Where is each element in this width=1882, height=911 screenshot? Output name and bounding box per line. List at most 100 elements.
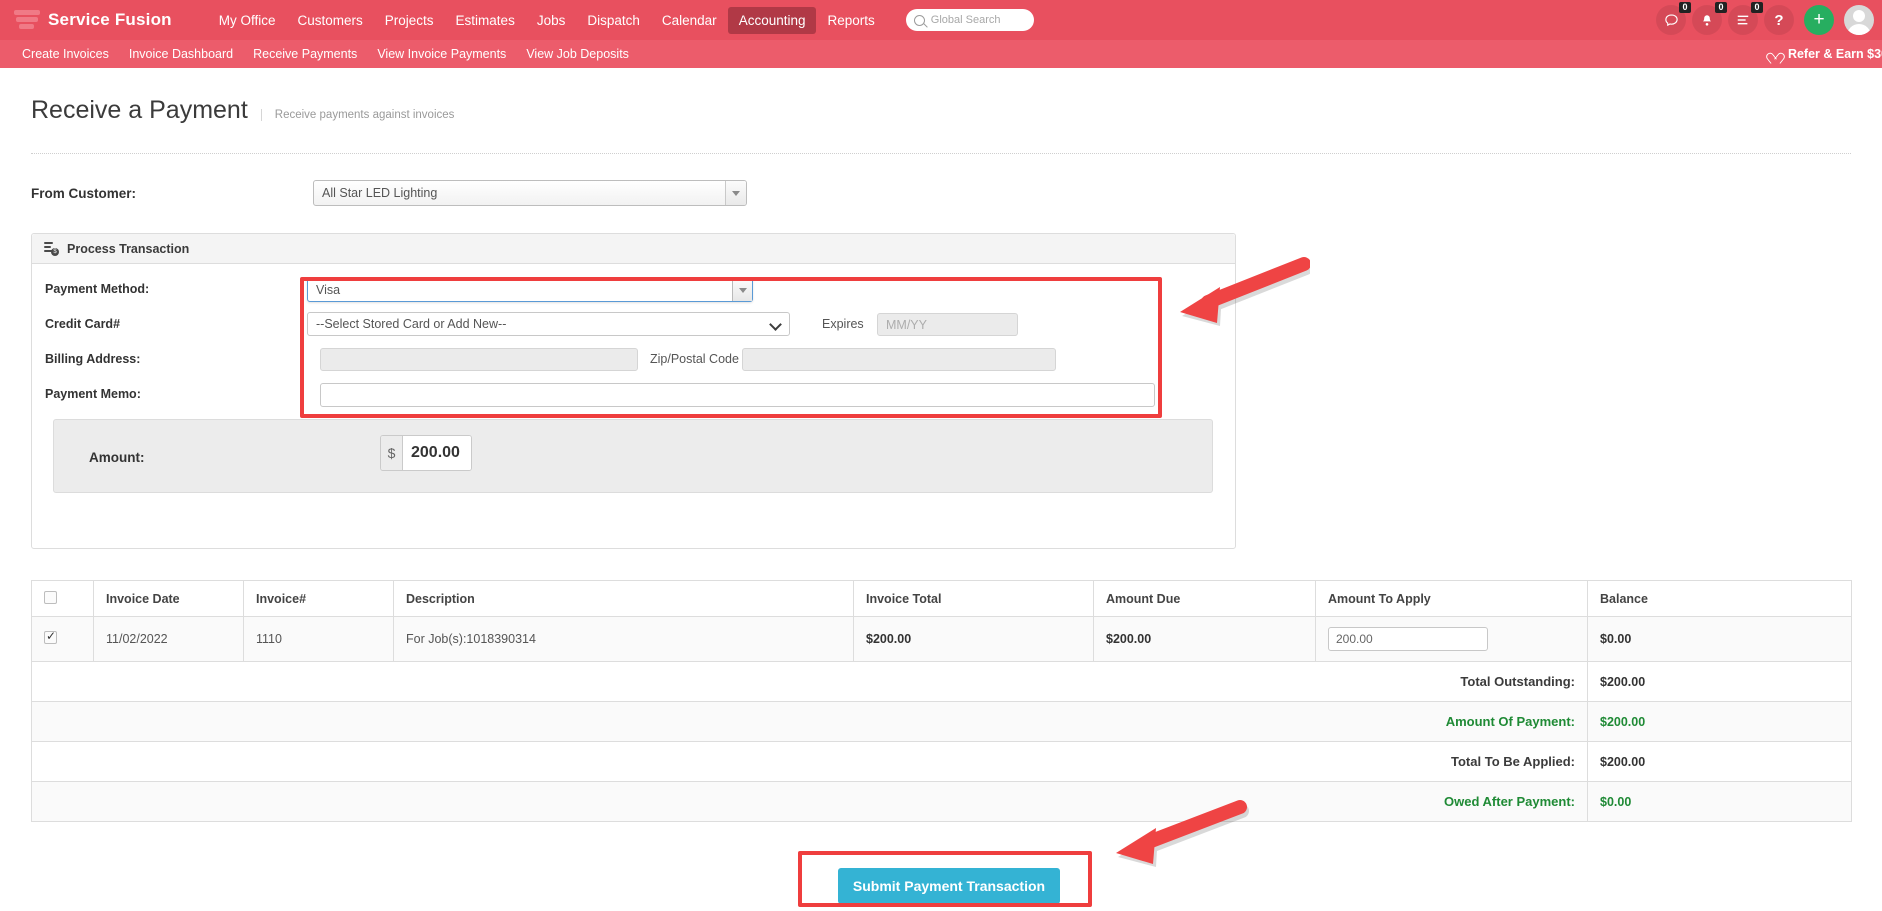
payment-method-value: Visa [316, 283, 341, 297]
nav-item-jobs[interactable]: Jobs [526, 7, 577, 34]
money-stack-icon: $ [44, 241, 59, 256]
submit-payment-transaction-button[interactable]: Submit Payment Transaction [838, 868, 1060, 904]
credit-card-value: --Select Stored Card or Add New-- [316, 317, 507, 331]
payment-method-label: Payment Method: [45, 282, 150, 296]
amount-section: Amount: $ 200.00 [53, 419, 1213, 493]
expires-label: Expires [822, 317, 864, 331]
help-glyph: ? [1774, 11, 1784, 29]
select-all-checkbox[interactable] [44, 590, 57, 604]
brand-name: Service Fusion [48, 10, 172, 29]
cell-description: For Job(s):1018390314 [393, 616, 854, 662]
refer-and-earn-link[interactable]: Refer & Earn $30 [1769, 40, 1882, 68]
payment-memo-input[interactable] [320, 383, 1155, 407]
credit-card-select[interactable]: --Select Stored Card or Add New-- [307, 312, 790, 336]
row-checkbox[interactable] [44, 629, 57, 644]
page-title: Receive a Payment [31, 96, 248, 124]
bell-badge: 0 [1715, 2, 1727, 13]
amount-input[interactable]: $ 200.00 [380, 435, 472, 471]
subnav-item-view-job-deposits[interactable]: View Job Deposits [526, 47, 629, 61]
billing-address-input[interactable] [320, 348, 638, 371]
amount-label: Amount: [89, 450, 145, 465]
summary-row-total-outstanding: Total Outstanding: $200.00 [31, 661, 1852, 702]
chat-icon[interactable]: 0 [1656, 2, 1691, 35]
customer-select[interactable]: All Star LED Lighting [313, 180, 747, 206]
summary-row-amount-of-payment: Amount Of Payment: $200.00 [31, 701, 1852, 742]
process-transaction-title: Process Transaction [67, 241, 190, 256]
from-customer-label: From Customer: [31, 186, 137, 201]
total-to-be-applied-value: $200.00 [1587, 741, 1852, 782]
row-select-cell [31, 616, 94, 662]
summary-row-total-to-be-applied: Total To Be Applied: $200.00 [31, 741, 1852, 782]
cell-invoice-number: 1110 [243, 616, 394, 662]
total-to-be-applied-label: Total To Be Applied: [31, 741, 1588, 782]
nav-item-estimates[interactable]: Estimates [445, 7, 526, 34]
total-outstanding-label: Total Outstanding: [31, 661, 1588, 702]
tasks-icon[interactable]: 0 [1728, 2, 1763, 35]
nav-item-projects[interactable]: Projects [374, 7, 445, 34]
sub-navigation-bar: Create Invoices Invoice Dashboard Receiv… [0, 40, 1882, 68]
page-subtitle: Receive payments against invoices [260, 109, 454, 121]
column-invoice-date: Invoice Date [93, 580, 244, 617]
cell-invoice-date: 11/02/2022 [93, 616, 244, 662]
cell-amount-due: $200.00 [1093, 616, 1316, 662]
nav-item-dispatch[interactable]: Dispatch [576, 7, 651, 34]
chevron-down-icon[interactable] [769, 318, 782, 331]
expires-input[interactable]: MM/YY [877, 313, 1018, 336]
help-icon[interactable]: ? [1764, 5, 1794, 35]
cell-amount-to-apply: 200.00 [1315, 616, 1588, 662]
expires-placeholder: MM/YY [886, 317, 927, 332]
column-invoice-total: Invoice Total [853, 580, 1094, 617]
column-amount-to-apply: Amount To Apply [1315, 580, 1588, 617]
nav-right-actions: 0 0 0 ? + [1650, 0, 1874, 40]
column-balance: Balance [1587, 580, 1852, 617]
chevron-down-icon[interactable] [732, 279, 752, 301]
cell-invoice-total: $200.00 [853, 616, 1094, 662]
header-divider [31, 153, 1851, 154]
customer-select-value: All Star LED Lighting [322, 186, 438, 200]
search-icon [913, 14, 925, 26]
subnav-item-receive-payments[interactable]: Receive Payments [253, 47, 357, 61]
add-new-button[interactable]: + [1804, 5, 1834, 35]
zip-label: Zip/Postal Code [650, 352, 739, 366]
subnav-item-invoice-dashboard[interactable]: Invoice Dashboard [129, 47, 233, 61]
credit-card-label: Credit Card# [45, 317, 121, 331]
summary-row-owed-after-payment: Owed After Payment: $0.00 [31, 781, 1852, 822]
service-fusion-logo-icon [14, 8, 40, 32]
page-header: Receive a Payment Receive payments again… [31, 96, 454, 125]
heart-icon [1769, 49, 1781, 60]
currency-symbol: $ [381, 436, 403, 470]
chat-badge: 0 [1679, 2, 1691, 13]
zip-input[interactable] [742, 348, 1056, 371]
amount-of-payment-value: $200.00 [1587, 701, 1852, 742]
payment-memo-label: Payment Memo: [45, 387, 141, 401]
nav-item-customers[interactable]: Customers [287, 7, 374, 34]
amount-of-payment-label: Amount Of Payment: [31, 701, 1588, 742]
billing-address-label: Billing Address: [45, 352, 141, 366]
brand-logo[interactable]: Service Fusion [14, 8, 172, 32]
total-outstanding-value: $200.00 [1587, 661, 1852, 702]
chevron-down-icon[interactable] [725, 181, 746, 205]
bell-icon[interactable]: 0 [1692, 2, 1727, 35]
column-amount-due: Amount Due [1093, 580, 1316, 617]
refer-and-earn-label: Refer & Earn $30 [1787, 47, 1882, 61]
global-search-input[interactable]: Global Search [905, 9, 1034, 31]
avatar[interactable] [1844, 5, 1874, 35]
amount-to-apply-input[interactable]: 200.00 [1328, 627, 1488, 651]
subnav-item-view-invoice-payments[interactable]: View Invoice Payments [377, 47, 506, 61]
owed-after-payment-value: $0.00 [1587, 781, 1852, 822]
nav-item-my-office[interactable]: My Office [208, 7, 287, 34]
nav-item-accounting[interactable]: Accounting [727, 6, 817, 34]
column-invoice-number: Invoice# [243, 580, 394, 617]
table-header-row: Invoice Date Invoice# Description Invoic… [31, 580, 1852, 617]
owed-after-payment-label: Owed After Payment: [31, 781, 1588, 822]
page-root: Service Fusion My Office Customers Proje… [0, 0, 1882, 911]
amount-value: 200.00 [403, 436, 471, 470]
payment-method-select[interactable]: Visa [307, 278, 753, 302]
process-transaction-panel-header: $ Process Transaction [32, 234, 1235, 264]
nav-item-reports[interactable]: Reports [816, 7, 885, 34]
global-search-placeholder: Global Search [930, 14, 1001, 26]
column-description: Description [393, 580, 854, 617]
nav-item-calendar[interactable]: Calendar [651, 7, 728, 34]
subnav-item-create-invoices[interactable]: Create Invoices [22, 47, 109, 61]
cell-balance: $0.00 [1587, 616, 1852, 662]
